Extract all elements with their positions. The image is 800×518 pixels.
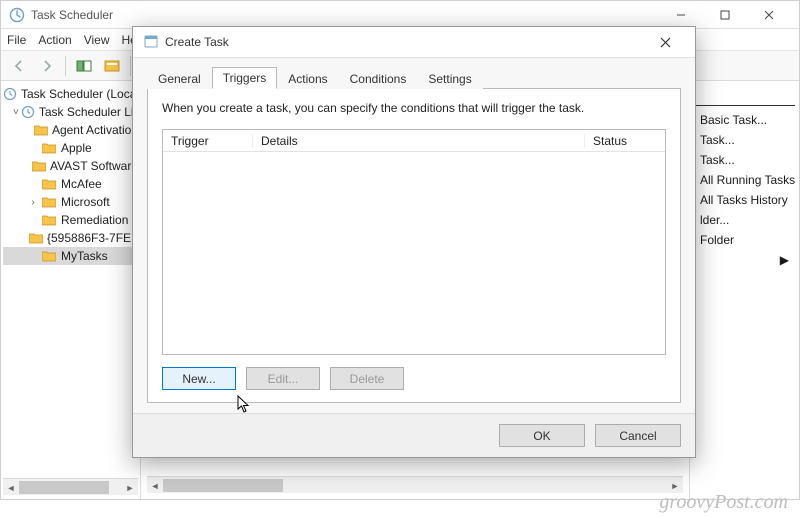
tab-actions[interactable]: Actions <box>277 68 338 89</box>
tree-item-3[interactable]: McAfee <box>3 175 138 193</box>
clock-icon <box>3 86 17 102</box>
tab-general[interactable]: General <box>147 68 212 89</box>
action-item-5[interactable]: lder... <box>694 210 795 230</box>
cancel-button[interactable]: Cancel <box>595 424 681 447</box>
delete-trigger-button[interactable]: Delete <box>330 367 404 390</box>
tree-item-2[interactable]: AVAST Software <box>3 157 138 175</box>
toolbar-forward-icon[interactable] <box>35 55 59 77</box>
action-item-0[interactable]: Basic Task... <box>694 110 795 130</box>
toolbar-btn-1[interactable] <box>72 55 96 77</box>
expander-open-icon[interactable]: ˅ <box>13 107 19 118</box>
triggers-list[interactable]: Trigger Details Status <box>162 129 666 355</box>
tree-item-7-selected[interactable]: MyTasks <box>3 247 138 265</box>
folder-icon <box>34 122 48 138</box>
watermark: groovyPost.com <box>659 491 788 514</box>
action-item-1[interactable]: Task... <box>694 130 795 150</box>
tree-root-label: Task Scheduler (Local) <box>21 87 141 101</box>
ok-button[interactable]: OK <box>499 424 585 447</box>
scroll-right-icon[interactable]: ► <box>122 479 138 496</box>
tree-pane[interactable]: Task Scheduler (Local) ˅ Task Scheduler … <box>1 81 141 499</box>
maximize-button[interactable] <box>703 2 747 28</box>
create-task-dialog: Create Task General Triggers Actions Con… <box>132 26 696 458</box>
dialog-body: General Triggers Actions Conditions Sett… <box>133 57 695 413</box>
tree-item-0[interactable]: Agent Activation <box>3 121 138 139</box>
tree-library-label: Task Scheduler Library <box>39 105 141 119</box>
folder-icon <box>41 212 57 228</box>
dialog-titlebar: Create Task <box>133 27 695 57</box>
action-item-3[interactable]: All Running Tasks... <box>694 170 795 190</box>
folder-icon <box>41 248 57 264</box>
scroll-thumb[interactable] <box>163 479 283 492</box>
tree-item-4[interactable]: › Microsoft <box>3 193 138 211</box>
tree-root[interactable]: Task Scheduler (Local) <box>3 85 138 103</box>
folder-icon <box>29 230 43 246</box>
window-title: Task Scheduler <box>31 8 113 22</box>
action-item-2[interactable]: Task... <box>694 150 795 170</box>
dialog-tabs: General Triggers Actions Conditions Sett… <box>147 64 681 88</box>
folder-icon <box>41 176 57 192</box>
actions-pane: Basic Task... Task... Task... All Runnin… <box>689 81 799 499</box>
dialog-icon <box>143 33 159 52</box>
tree-library[interactable]: ˅ Task Scheduler Library <box>3 103 138 121</box>
new-trigger-button[interactable]: New... <box>162 367 236 390</box>
tree-item-5[interactable]: Remediation <box>3 211 138 229</box>
expander-closed-icon[interactable]: › <box>27 197 39 208</box>
scroll-left-icon[interactable]: ◄ <box>147 477 163 494</box>
menu-file[interactable]: File <box>7 33 26 47</box>
toolbar-separator-2 <box>130 56 131 76</box>
action-item-more[interactable]: ▶ <box>694 250 795 270</box>
action-item-4[interactable]: All Tasks History <box>694 190 795 210</box>
trigger-buttons: New... Edit... Delete <box>162 367 666 390</box>
toolbar-separator <box>65 56 66 76</box>
menu-action[interactable]: Action <box>38 33 71 47</box>
folder-icon <box>41 140 57 156</box>
action-item-6[interactable]: Folder <box>694 230 795 250</box>
tab-conditions[interactable]: Conditions <box>339 68 418 89</box>
tree-item-6[interactable]: {595886F3-7FE... <box>3 229 138 247</box>
window-controls <box>659 2 791 28</box>
minimize-button[interactable] <box>659 2 703 28</box>
tab-settings[interactable]: Settings <box>417 68 482 89</box>
dialog-footer: OK Cancel <box>133 413 695 457</box>
library-icon <box>21 104 35 120</box>
triggers-header: Trigger Details Status <box>163 130 665 152</box>
tree-item-1[interactable]: Apple <box>3 139 138 157</box>
toolbar-btn-2[interactable] <box>100 55 124 77</box>
scroll-thumb[interactable] <box>19 481 109 494</box>
triggers-hint: When you create a task, you can specify … <box>162 101 666 115</box>
triggers-panel: When you create a task, you can specify … <box>147 88 681 403</box>
dialog-title: Create Task <box>165 35 229 49</box>
actions-pane-header <box>694 87 795 106</box>
toolbar-back-icon[interactable] <box>7 55 31 77</box>
col-details[interactable]: Details <box>253 134 585 148</box>
col-trigger[interactable]: Trigger <box>163 134 253 148</box>
dialog-close-button[interactable] <box>645 28 685 56</box>
menu-view[interactable]: View <box>84 33 110 47</box>
col-status[interactable]: Status <box>585 134 665 148</box>
close-button[interactable] <box>747 2 791 28</box>
app-icon <box>9 7 25 23</box>
titlebar: Task Scheduler <box>1 1 799 29</box>
center-horizontal-scrollbar[interactable]: ◄ ► <box>147 476 683 493</box>
folder-icon <box>32 158 46 174</box>
folder-icon <box>41 194 57 210</box>
scroll-left-icon[interactable]: ◄ <box>3 479 19 496</box>
tree-horizontal-scrollbar[interactable]: ◄ ► <box>3 478 138 495</box>
edit-trigger-button[interactable]: Edit... <box>246 367 320 390</box>
tab-triggers[interactable]: Triggers <box>212 67 278 89</box>
